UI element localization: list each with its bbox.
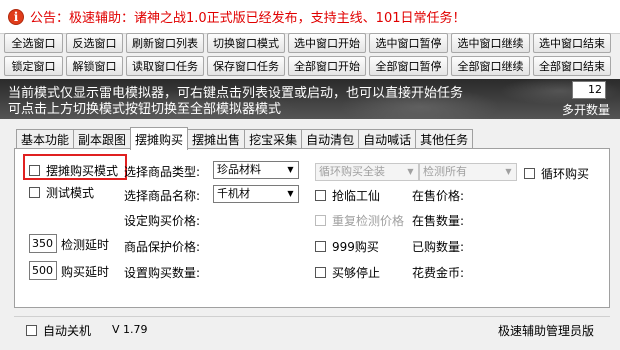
on-sale-price-label: 在售价格: bbox=[412, 189, 465, 203]
protect-price-label: 商品保护价格: bbox=[124, 240, 201, 254]
notice-text: 公告：极速辅助：诸神之战1.0正式版已经发布，支持主线、101日常任务！ bbox=[30, 11, 466, 26]
tab-stall-buy[interactable]: 摆摊购买 bbox=[130, 127, 189, 150]
buy-999-checkbox[interactable]: 999购买 bbox=[315, 238, 379, 255]
tab-auto-shout[interactable]: 自动喊话 bbox=[358, 129, 417, 149]
toolbar-row-1: 全选窗口 反选窗口 刷新窗口列表 切换窗口模式 选中窗口开始 选中窗口暂停 选中… bbox=[4, 33, 618, 57]
invert-selection-button[interactable]: 反选窗口 bbox=[66, 33, 123, 53]
buy-999-label: 999购买 bbox=[332, 240, 379, 254]
all-windows-pause-button[interactable]: 全部窗口暂停 bbox=[369, 56, 448, 76]
version-label: V 1.79 bbox=[112, 323, 148, 336]
buy-delay-label: 购买延时 bbox=[61, 265, 110, 279]
tab-bar: 基本功能 副本跟图 摆摊购买 摆摊出售 挖宝采集 自动清包 自动喊话 其他任务 bbox=[16, 127, 474, 150]
auto-shutdown-checkbox[interactable]: 自动关机 bbox=[26, 322, 91, 339]
tab-auto-clear-bag[interactable]: 自动清包 bbox=[301, 129, 360, 149]
log-line-2: 可点击上方切换模式按钮切换至全部模拟器模式 bbox=[8, 102, 282, 117]
loop-mode-value: 循环购买全装 bbox=[319, 165, 385, 178]
save-window-task-button[interactable]: 保存窗口任务 bbox=[207, 56, 285, 76]
checkbox-box[interactable] bbox=[29, 187, 40, 198]
edition-label: 极速辅助管理员版 bbox=[498, 324, 595, 338]
log-banner: 当前模式仅显示雷电模拟器，可右键点击列表设置或启动，也可以直接开始任务 可点击上… bbox=[0, 79, 620, 119]
detect-all-select[interactable]: 检测所有 ▼ bbox=[419, 163, 517, 181]
tab-stall-sell[interactable]: 摆摊出售 bbox=[187, 129, 246, 149]
item-type-select[interactable]: 珍品材料 ▼ bbox=[213, 161, 299, 179]
item-type-label: 选择商品类型: bbox=[124, 165, 201, 179]
detect-delay-label: 检测延时 bbox=[61, 238, 110, 252]
checkbox-box[interactable] bbox=[29, 165, 40, 176]
chevron-down-icon[interactable]: ▼ bbox=[283, 162, 298, 178]
loop-mode-select[interactable]: 循环购买全装 ▼ bbox=[315, 163, 419, 181]
selected-window-end-button[interactable]: 选中窗口结束 bbox=[533, 33, 611, 53]
chevron-down-icon[interactable]: ▼ bbox=[283, 186, 298, 202]
buy-mode-label: 摆摊购买模式 bbox=[46, 164, 119, 178]
info-icon: i bbox=[8, 8, 24, 25]
test-mode-checkbox[interactable]: 测试模式 bbox=[29, 184, 94, 201]
rush-label: 抢临工仙 bbox=[332, 189, 381, 203]
checkbox-box[interactable] bbox=[315, 241, 326, 252]
test-mode-label: 测试模式 bbox=[46, 186, 95, 200]
item-name-select[interactable]: 千机材 ▼ bbox=[213, 185, 299, 203]
open-count-input[interactable]: 12 bbox=[572, 81, 606, 99]
open-count-label: 多开数量 bbox=[562, 103, 611, 117]
chevron-down-icon[interactable]: ▼ bbox=[403, 164, 418, 180]
all-windows-resume-button[interactable]: 全部窗口继续 bbox=[451, 56, 530, 76]
on-sale-qty-label: 在售数量: bbox=[412, 214, 465, 228]
detect-delay-input[interactable]: 350 bbox=[29, 234, 57, 253]
selected-window-start-button[interactable]: 选中窗口开始 bbox=[288, 33, 366, 53]
set-price-label: 设定购买价格: bbox=[124, 214, 201, 228]
toolbar-row-2: 锁定窗口 解锁窗口 读取窗口任务 保存窗口任务 全部窗口开始 全部窗口暂停 全部… bbox=[4, 56, 618, 80]
notice-bar: i 公告：极速辅助：诸神之战1.0正式版已经发布，支持主线、101日常任务！ bbox=[0, 0, 620, 34]
selected-window-resume-button[interactable]: 选中窗口继续 bbox=[451, 33, 530, 53]
item-name-value: 千机材 bbox=[217, 187, 250, 200]
auto-shutdown-label: 自动关机 bbox=[43, 324, 92, 338]
buy-delay-input[interactable]: 500 bbox=[29, 261, 57, 280]
checkbox-box[interactable] bbox=[26, 325, 37, 336]
checkbox-box[interactable] bbox=[524, 168, 535, 179]
lock-window-button[interactable]: 锁定窗口 bbox=[4, 56, 63, 76]
tab-other-tasks[interactable]: 其他任务 bbox=[415, 129, 474, 149]
buy-mode-checkbox[interactable]: 摆摊购买模式 bbox=[29, 162, 118, 179]
all-windows-end-button[interactable]: 全部窗口结束 bbox=[533, 56, 611, 76]
bought-qty-label: 已购数量: bbox=[412, 240, 465, 254]
stop-when-enough-checkbox[interactable]: 买够停止 bbox=[315, 264, 380, 281]
switch-window-mode-button[interactable]: 切换窗口模式 bbox=[207, 33, 285, 53]
tab-treasure-gather[interactable]: 挖宝采集 bbox=[244, 129, 303, 149]
loop-buy-checkbox[interactable]: 循环购买 bbox=[524, 165, 589, 182]
chevron-down-icon[interactable]: ▼ bbox=[501, 164, 516, 180]
item-name-label: 选择商品名称: bbox=[124, 189, 201, 203]
tab-basic-functions[interactable]: 基本功能 bbox=[16, 129, 75, 149]
set-qty-label: 设置购买数量: bbox=[124, 266, 201, 280]
checkbox-box[interactable] bbox=[315, 190, 326, 201]
gold-spent-label: 花费金币: bbox=[412, 266, 465, 280]
recheck-price-label: 重复检测价格 bbox=[332, 214, 405, 228]
recheck-price-checkbox[interactable]: 重复检测价格 bbox=[315, 212, 404, 229]
loop-buy-label: 循环购买 bbox=[541, 167, 590, 181]
unlock-window-button[interactable]: 解锁窗口 bbox=[66, 56, 123, 76]
all-windows-start-button[interactable]: 全部窗口开始 bbox=[288, 56, 366, 76]
refresh-window-list-button[interactable]: 刷新窗口列表 bbox=[126, 33, 204, 53]
detect-all-value: 检测所有 bbox=[423, 165, 467, 178]
checkbox-box[interactable] bbox=[315, 267, 326, 278]
checkbox-box[interactable] bbox=[315, 215, 326, 226]
select-all-windows-button[interactable]: 全选窗口 bbox=[4, 33, 63, 53]
selected-window-pause-button[interactable]: 选中窗口暂停 bbox=[369, 33, 448, 53]
item-type-value: 珍品材料 bbox=[217, 163, 261, 176]
stop-when-enough-label: 买够停止 bbox=[332, 266, 381, 280]
read-window-task-button[interactable]: 读取窗口任务 bbox=[126, 56, 204, 76]
rush-checkbox[interactable]: 抢临工仙 bbox=[315, 187, 380, 204]
tab-dungeon-follow[interactable]: 副本跟图 bbox=[73, 129, 132, 149]
